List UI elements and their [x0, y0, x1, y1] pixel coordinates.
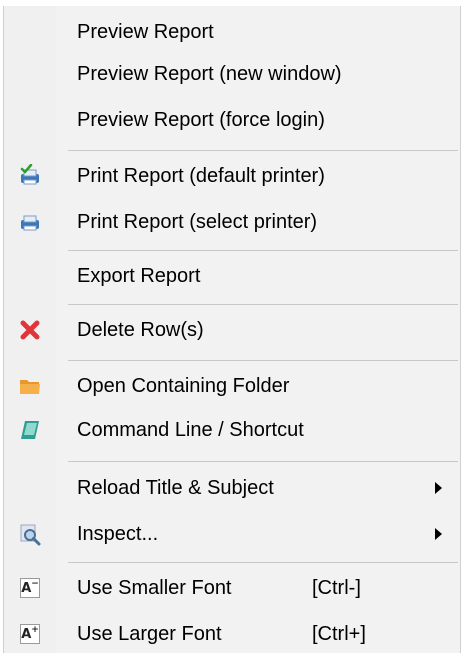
menu-item-label: Use Larger Font — [77, 622, 222, 645]
menu-item-label: Preview Report — [77, 20, 214, 43]
menu-item-preview-report-force-login[interactable]: Preview Report (force login) — [4, 100, 460, 140]
menu-item-command-line-shortcut[interactable]: Command Line / Shortcut — [4, 410, 460, 450]
font-larger-icon: A + — [18, 622, 42, 646]
font-glyph: A — [21, 580, 32, 596]
font-smaller-icon: A − — [18, 576, 42, 600]
menu-item-preview-report[interactable]: Preview Report — [4, 12, 460, 52]
menu-item-use-smaller-font[interactable]: A − Use Smaller Font [Ctrl-] — [4, 568, 460, 608]
menu-separator — [68, 562, 458, 563]
menu-item-use-larger-font[interactable]: A + Use Larger Font [Ctrl+] — [4, 614, 460, 654]
font-mark: − — [31, 579, 39, 589]
menu-item-open-containing-folder[interactable]: Open Containing Folder — [4, 366, 460, 406]
menu-item-inspect[interactable]: Inspect... — [4, 514, 460, 554]
shortcut-label: [Ctrl-] — [312, 576, 361, 599]
context-menu: Preview Report Preview Report (new windo… — [3, 6, 461, 653]
magnifier-icon — [18, 522, 42, 546]
menu-item-reload-title-subject[interactable]: Reload Title & Subject — [4, 468, 460, 508]
delete-x-icon — [18, 318, 42, 342]
menu-item-print-select-printer[interactable]: Print Report (select printer) — [4, 202, 460, 242]
submenu-arrow-icon — [435, 528, 442, 540]
submenu-arrow-icon — [435, 482, 442, 494]
menu-separator — [68, 150, 458, 151]
font-glyph: A — [21, 626, 32, 642]
menu-item-label: Inspect... — [77, 522, 159, 545]
menu-item-label: Preview Report (new window) — [77, 62, 342, 85]
menu-item-label: Export Report — [77, 264, 201, 287]
menu-item-label: Print Report (select printer) — [77, 210, 318, 233]
menu-item-label: Preview Report (force login) — [77, 108, 325, 131]
menu-separator — [68, 304, 458, 305]
menu-item-export-report[interactable]: Export Report — [4, 256, 460, 296]
printer-check-icon — [18, 164, 42, 188]
menu-item-label: Use Smaller Font — [77, 576, 232, 599]
command-line-icon — [18, 418, 42, 442]
shortcut-label: [Ctrl+] — [312, 622, 366, 645]
menu-separator — [68, 461, 458, 462]
font-mark: + — [31, 625, 39, 635]
menu-item-preview-report-new-window[interactable]: Preview Report (new window) — [4, 54, 460, 94]
menu-item-print-default-printer[interactable]: Print Report (default printer) — [4, 156, 460, 196]
menu-item-delete-rows[interactable]: Delete Row(s) — [4, 310, 460, 350]
menu-item-label: Reload Title & Subject — [77, 476, 274, 499]
menu-item-label: Command Line / Shortcut — [77, 418, 304, 441]
menu-item-label: Delete Row(s) — [77, 318, 204, 341]
menu-separator — [68, 360, 458, 361]
menu-separator — [68, 250, 458, 251]
folder-icon — [18, 374, 42, 398]
menu-item-label: Open Containing Folder — [77, 374, 290, 397]
printer-icon — [18, 210, 42, 234]
menu-item-label: Print Report (default printer) — [77, 164, 325, 187]
